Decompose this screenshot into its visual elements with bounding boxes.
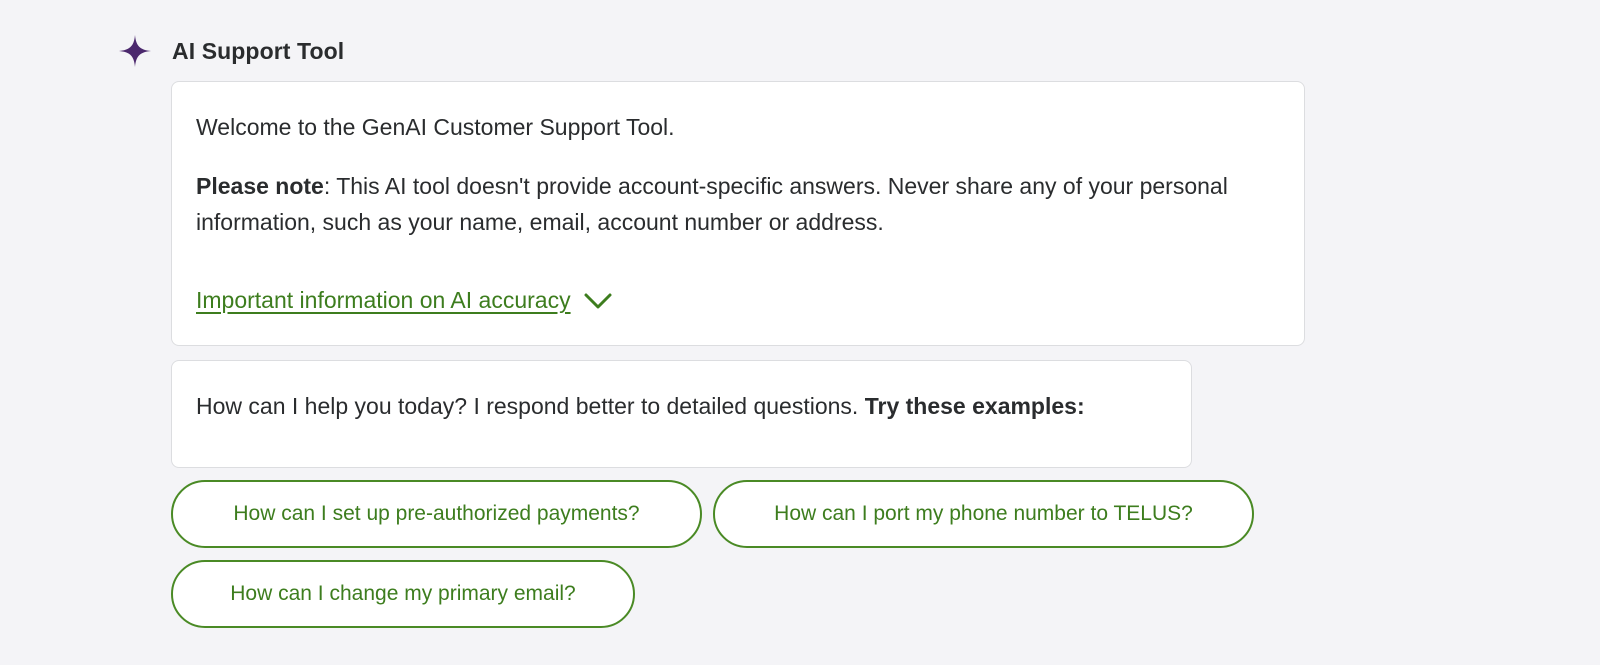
example-question-button[interactable]: How can I port my phone number to TELUS? — [713, 480, 1254, 548]
chat-panel: AI Support Tool Welcome to the GenAI Cus… — [0, 0, 1600, 665]
example-question-button[interactable]: How can I change my primary email? — [171, 560, 635, 628]
ai-accuracy-disclosure[interactable]: Important information on AI accuracy — [196, 287, 613, 314]
help-prompt-text: How can I help you today? I respond bett… — [196, 393, 865, 419]
privacy-note: Please note: This AI tool doesn't provid… — [196, 168, 1280, 240]
assistant-header: AI Support Tool — [118, 30, 344, 72]
chevron-down-icon[interactable] — [583, 291, 613, 311]
welcome-greeting: Welcome to the GenAI Customer Support To… — [196, 114, 675, 140]
assistant-title: AI Support Tool — [172, 37, 345, 64]
help-prompt-bold: Try these examples: — [864, 393, 1085, 419]
privacy-note-text: : This AI tool doesn't provide account-s… — [196, 173, 1228, 235]
welcome-message: Welcome to the GenAI Customer Support To… — [171, 81, 1305, 346]
example-question-button[interactable]: How can I set up pre-authorized payments… — [171, 480, 702, 548]
sparkle-icon — [119, 35, 151, 67]
help-prompt: How can I help you today? I respond bett… — [196, 388, 1167, 424]
ai-accuracy-link[interactable]: Important information on AI accuracy — [196, 287, 571, 314]
help-message: How can I help you today? I respond bett… — [171, 360, 1192, 468]
privacy-note-label: Please note — [196, 173, 324, 199]
